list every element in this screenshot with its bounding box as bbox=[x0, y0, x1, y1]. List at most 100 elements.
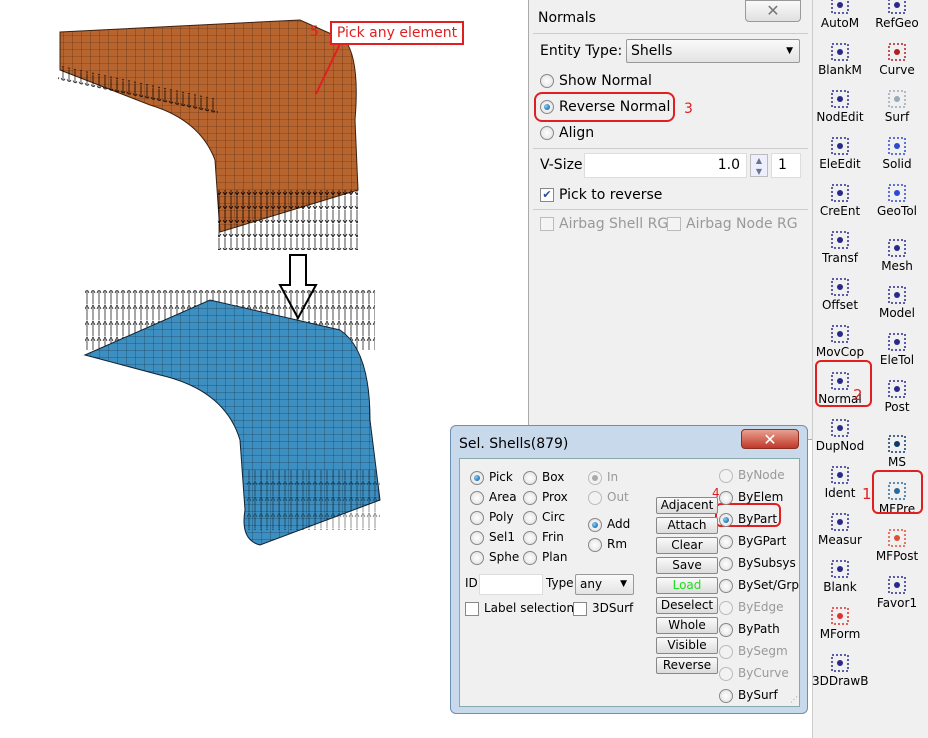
radio-poly[interactable]: Poly bbox=[470, 510, 514, 525]
vsize-label: V-Size bbox=[540, 157, 583, 173]
tool-movcop[interactable]: MovCop bbox=[812, 323, 868, 359]
visible-button[interactable]: Visible bbox=[656, 637, 718, 654]
radio-bynode[interactable]: ByNode bbox=[719, 468, 785, 483]
radio-bycurve[interactable]: ByCurve bbox=[719, 666, 789, 681]
tool-eletol[interactable]: EleTol bbox=[869, 331, 925, 367]
radio-out[interactable]: Out bbox=[588, 490, 629, 505]
post-icon bbox=[888, 380, 906, 398]
vsize-input[interactable]: 1.0 bbox=[584, 153, 747, 178]
step-2-label: 2 bbox=[853, 386, 863, 404]
clear-button[interactable]: Clear bbox=[656, 537, 718, 554]
radio-sel1[interactable]: Sel1 bbox=[470, 530, 515, 545]
tool-curve[interactable]: Curve bbox=[869, 41, 925, 77]
tool-geotol[interactable]: GeoTol bbox=[869, 182, 925, 218]
creent-icon bbox=[831, 184, 849, 202]
resize-grip-icon[interactable]: ⋰ bbox=[790, 695, 798, 704]
tool-favor1[interactable]: Favor1 bbox=[869, 574, 925, 610]
radio-byedge[interactable]: ByEdge bbox=[719, 600, 784, 615]
close-button[interactable]: ✕ bbox=[741, 429, 799, 449]
tool-blankm[interactable]: BlankM bbox=[812, 41, 868, 77]
nodedit-icon bbox=[831, 90, 849, 108]
radio-box[interactable]: Box bbox=[523, 470, 564, 485]
tool-solid[interactable]: Solid bbox=[869, 135, 925, 171]
tool-refgeo[interactable]: RefGeo bbox=[869, 0, 925, 30]
dupnod-icon bbox=[831, 419, 849, 437]
geotol-icon bbox=[888, 184, 906, 202]
panel-title: Normals bbox=[538, 10, 596, 26]
id-input[interactable] bbox=[479, 574, 543, 595]
close-button[interactable]: ✕ bbox=[745, 0, 801, 22]
3ddrawb-icon bbox=[831, 654, 849, 672]
adjacent-button[interactable]: Adjacent bbox=[656, 497, 718, 514]
radio-plan[interactable]: Plan bbox=[523, 550, 568, 565]
refgeo-icon bbox=[888, 0, 906, 14]
pick-to-reverse-checkbox[interactable]: ✔ Pick to reverse bbox=[540, 187, 662, 203]
radio-area[interactable]: Area bbox=[470, 490, 517, 505]
pick-any-element-callout: Pick any element bbox=[330, 21, 464, 45]
normals-panel: Normals ✕ Entity Type: Shells ▼ Show Norm… bbox=[528, 0, 813, 440]
tool-transf[interactable]: Transf bbox=[812, 229, 868, 265]
chevron-down-icon: ▼ bbox=[786, 46, 793, 56]
ident-icon bbox=[831, 466, 849, 484]
airbag-node-checkbox[interactable]: Airbag Node RG bbox=[667, 216, 798, 232]
tool-autom[interactable]: AutoM bbox=[812, 0, 868, 30]
vsize-spinner[interactable]: ▲ ▼ bbox=[750, 154, 768, 177]
tool-measur[interactable]: Measur bbox=[812, 511, 868, 547]
load-button[interactable]: Load bbox=[656, 577, 718, 594]
radio-rm[interactable]: Rm bbox=[588, 537, 627, 552]
vsize-step-input[interactable]: 1 bbox=[771, 153, 801, 178]
radio-bysubsys[interactable]: BySubsys bbox=[719, 556, 796, 571]
type-select[interactable]: any ▼ bbox=[575, 574, 634, 595]
tool-mesh[interactable]: Mesh bbox=[869, 237, 925, 273]
dialog-title: Sel. Shells(879) bbox=[459, 436, 569, 452]
radio-bypart[interactable]: ByPart bbox=[719, 512, 777, 527]
autom-icon bbox=[831, 0, 849, 14]
radio-sphe[interactable]: Sphe bbox=[470, 550, 519, 565]
radio-bygpart[interactable]: ByGPart bbox=[719, 534, 786, 549]
tool-ident[interactable]: Ident bbox=[812, 464, 868, 500]
radio-show-normal[interactable]: Show Normal bbox=[540, 73, 652, 89]
model-viewport[interactable] bbox=[0, 0, 520, 738]
highlight-normal-tool bbox=[815, 360, 872, 407]
tool-surf[interactable]: Surf bbox=[869, 88, 925, 124]
3dsurf-checkbox[interactable]: 3DSurf bbox=[573, 601, 633, 616]
radio-add[interactable]: Add bbox=[588, 517, 630, 532]
type-label: Type bbox=[546, 576, 574, 590]
tool-ms[interactable]: MS bbox=[869, 433, 925, 469]
radio-prox[interactable]: Prox bbox=[523, 490, 568, 505]
whole-button[interactable]: Whole bbox=[656, 617, 718, 634]
tool-mform[interactable]: MForm bbox=[812, 605, 868, 641]
label-selection-checkbox[interactable]: Label selection bbox=[465, 601, 574, 616]
tool-eleedit[interactable]: EleEdit bbox=[812, 135, 868, 171]
favor1-icon bbox=[888, 576, 906, 594]
save-button[interactable]: Save bbox=[656, 557, 718, 574]
deselect-button[interactable]: Deselect bbox=[656, 597, 718, 614]
airbag-shell-checkbox[interactable]: Airbag Shell RG bbox=[540, 216, 668, 232]
entity-type-select[interactable]: Shells ▼ bbox=[626, 39, 800, 63]
tool-creent[interactable]: CreEnt bbox=[812, 182, 868, 218]
tool-mfpost[interactable]: MFPost bbox=[869, 527, 925, 563]
tool-blank[interactable]: Blank bbox=[812, 558, 868, 594]
radio-bysetgrp[interactable]: BySet/Grp bbox=[719, 578, 799, 593]
radio-circ[interactable]: Circ bbox=[523, 510, 565, 525]
curve-icon bbox=[888, 43, 906, 61]
radio-frin[interactable]: Frin bbox=[523, 530, 564, 545]
blankm-icon bbox=[831, 43, 849, 61]
tool-offset[interactable]: Offset bbox=[812, 276, 868, 312]
eletol-icon bbox=[888, 333, 906, 351]
radio-bypath[interactable]: ByPath bbox=[719, 622, 780, 637]
radio-in[interactable]: In bbox=[588, 470, 618, 485]
radio-pick[interactable]: Pick bbox=[470, 470, 513, 485]
tool-dupnod[interactable]: DupNod bbox=[812, 417, 868, 453]
tool-model[interactable]: Model bbox=[869, 284, 925, 320]
radio-bysurf[interactable]: BySurf bbox=[719, 688, 778, 703]
tool-3ddrawb[interactable]: 3DDrawB bbox=[812, 652, 868, 688]
tool-nodedit[interactable]: NodEdit bbox=[812, 88, 868, 124]
radio-byelem[interactable]: ByElem bbox=[719, 490, 783, 505]
radio-bysegm[interactable]: BySegm bbox=[719, 644, 788, 659]
reverse-button[interactable]: Reverse bbox=[656, 657, 718, 674]
mesh-icon bbox=[888, 239, 906, 257]
tool-post[interactable]: Post bbox=[869, 378, 925, 414]
attach-button[interactable]: Attach bbox=[656, 517, 718, 534]
radio-align[interactable]: Align bbox=[540, 125, 594, 141]
